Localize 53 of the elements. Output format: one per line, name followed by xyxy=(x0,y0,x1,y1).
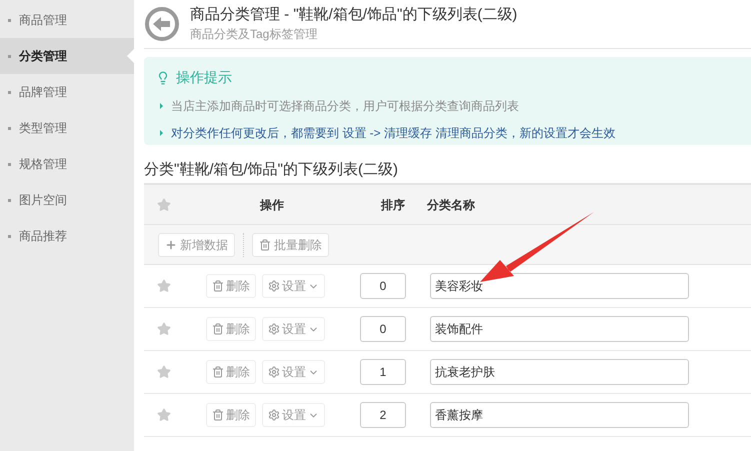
trash-icon xyxy=(212,366,224,378)
sort-field[interactable]: 2 xyxy=(360,402,406,428)
star-icon[interactable] xyxy=(157,365,171,379)
lightbulb-icon xyxy=(156,70,170,84)
gear-icon xyxy=(268,323,280,335)
star-icon[interactable] xyxy=(157,408,171,422)
name-field[interactable]: 香薰按摩 xyxy=(430,402,689,428)
sidebar-item[interactable]: 图片空间 xyxy=(0,182,134,218)
back-icon[interactable] xyxy=(144,6,180,42)
sidebar-item[interactable]: 规格管理 xyxy=(0,146,134,182)
gear-icon xyxy=(268,409,280,421)
sidebar-item[interactable]: 商品推荐 xyxy=(0,218,134,254)
page-subtitle: 商品分类及Tag标签管理 xyxy=(190,26,318,43)
star-icon[interactable] xyxy=(157,279,171,293)
delete-button[interactable]: 删除 xyxy=(206,274,256,298)
tip-text: 当店主添加商品时可选择商品分类，用户可根据分类查询商品列表 xyxy=(171,98,519,115)
delete-button[interactable]: 删除 xyxy=(206,317,256,341)
name-field[interactable]: 抗衰老护肤 xyxy=(430,359,689,385)
column-header: 分类名称 xyxy=(427,196,475,214)
tip-text: 对分类作任何更改后，都需要到 设置 -> 清理缓存 清理商品分类，新的设置才会生效 xyxy=(171,125,616,142)
page-title: 商品分类管理 - "鞋靴/箱包/饰品"的下级列表(二级) xyxy=(190,5,518,25)
sort-field[interactable]: 0 xyxy=(360,273,406,299)
bullet-icon xyxy=(160,103,163,109)
settings-button[interactable]: 设置 xyxy=(262,317,325,341)
name-field[interactable]: 美容彩妆 xyxy=(430,273,689,299)
bullet-icon xyxy=(160,130,163,136)
trash-icon xyxy=(212,409,224,421)
settings-button[interactable]: 设置 xyxy=(262,403,325,427)
gear-icon xyxy=(268,366,280,378)
column-header: 操作 xyxy=(260,196,284,214)
delete-button[interactable]: 删除 xyxy=(206,403,256,427)
sort-field[interactable]: 1 xyxy=(360,359,406,385)
sidebar-item[interactable]: 类型管理 xyxy=(0,110,134,146)
sidebar-item[interactable]: 品牌管理 xyxy=(0,74,134,110)
sidebar-item[interactable]: 商品管理 xyxy=(0,2,134,38)
settings-button[interactable]: 设置 xyxy=(262,360,325,384)
column-header: 排序 xyxy=(381,196,405,214)
trash-icon xyxy=(212,323,224,335)
gear-icon xyxy=(268,280,280,292)
batch-delete-button[interactable]: 批量删除 xyxy=(252,232,329,256)
sidebar-item[interactable]: 分类管理 xyxy=(0,38,134,74)
tips-title: 操作提示 xyxy=(176,68,232,87)
star-icon[interactable] xyxy=(157,322,171,336)
name-field[interactable]: 装饰配件 xyxy=(430,316,689,342)
delete-button[interactable]: 删除 xyxy=(206,360,256,384)
add-button[interactable]: 新增数据 xyxy=(158,232,235,256)
sort-field[interactable]: 0 xyxy=(360,316,406,342)
section-title: 分类"鞋靴/箱包/饰品"的下级列表(二级) xyxy=(144,160,399,180)
plus-icon xyxy=(165,238,177,250)
trash-icon xyxy=(212,280,224,292)
star-icon xyxy=(157,198,171,212)
trash-icon xyxy=(259,238,271,250)
settings-button[interactable]: 设置 xyxy=(262,274,325,298)
